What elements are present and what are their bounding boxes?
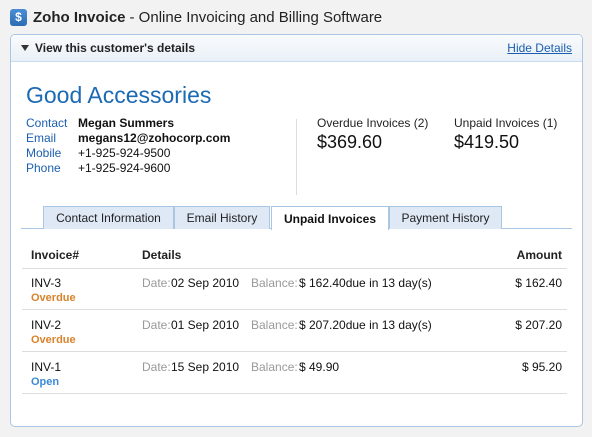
invoice-table-header: Invoice# Details Amount: [22, 241, 567, 269]
email-value[interactable]: megans12@zohocorp.com: [78, 131, 230, 146]
contact-row-contact: Contact Megan Summers: [26, 116, 230, 131]
invoice-balance: $ 207.20due in 13 day(s): [299, 318, 432, 332]
email-label: Email: [26, 131, 57, 145]
header-amount: Amount: [516, 248, 562, 262]
invoice-status: Overdue: [31, 334, 76, 346]
invoice-amount: $ 207.20: [515, 318, 562, 332]
invoice-amount: $ 95.20: [521, 360, 562, 374]
app-subtitle: - Online Invoicing and Billing Software: [129, 8, 383, 26]
contact-row-email: Email megans12@zohocorp.com: [26, 131, 230, 146]
phone-value: +1-925-924-9600: [78, 161, 171, 175]
customer-name: Good Accessories: [26, 82, 212, 108]
invoice-number[interactable]: INV-1: [31, 360, 61, 374]
balance-label: Balance:: [251, 360, 298, 374]
unpaid-summary: Unpaid Invoices (1) $419.50: [454, 116, 557, 153]
overdue-amount: $369.60: [317, 132, 383, 152]
invoice-date: 01 Sep 2010: [171, 318, 240, 332]
phone-label: Phone: [26, 161, 61, 175]
contact-row-phone: Phone +1-925-924-9600: [26, 161, 230, 176]
table-row[interactable]: INV-1 Open Date: 15 Sep 2010 Balance: $ …: [22, 353, 567, 394]
overdue-label: Overdue Invoices (2): [317, 116, 429, 130]
invoice-status: Open: [31, 376, 60, 388]
contact-name-value: Megan Summers: [78, 116, 175, 130]
mobile-label: Mobile: [26, 146, 62, 160]
details-tabs: Contact Information Email History Unpaid…: [21, 205, 572, 230]
invoice-amount: $ 162.40: [515, 276, 562, 290]
tab-unpaid-invoices[interactable]: Unpaid Invoices: [271, 206, 389, 230]
invoice-balance: $ 162.40due in 13 day(s): [299, 276, 432, 290]
tab-email-history[interactable]: Email History: [174, 206, 270, 229]
invoice-date: 15 Sep 2010: [171, 360, 240, 374]
overdue-summary: Overdue Invoices (2) $369.60: [317, 116, 428, 153]
panel-title: View this customer's details: [35, 41, 196, 55]
app-brand: Zoho Invoice: [33, 8, 126, 26]
contact-info: Contact Megan Summers Email megans12@zoh…: [26, 116, 230, 176]
invoice-balance: $ 49.90: [299, 360, 340, 374]
hide-details-link[interactable]: Hide Details: [507, 41, 572, 55]
invoice-status: Overdue: [31, 292, 76, 304]
window-titlebar: $ Zoho Invoice - Online Invoicing and Bi…: [0, 0, 592, 34]
date-label: Date:: [142, 318, 171, 332]
customer-details-panel: View this customer's details Hide Detail…: [10, 34, 583, 427]
zoho-logo-icon: $: [10, 8, 27, 26]
tab-contact-information[interactable]: Contact Information: [43, 206, 174, 229]
unpaid-amount: $419.50: [454, 132, 520, 152]
date-label: Date:: [142, 276, 171, 290]
balance-label: Balance:: [251, 318, 298, 332]
tab-payment-history[interactable]: Payment History: [389, 206, 502, 229]
invoice-number[interactable]: INV-3: [31, 276, 61, 290]
summary-divider: [296, 119, 297, 195]
balance-label: Balance:: [251, 276, 298, 290]
mobile-value: +1-925-924-9500: [78, 146, 171, 160]
contact-label: Contact: [26, 116, 68, 130]
invoice-date: 02 Sep 2010: [171, 276, 240, 290]
header-invoice: Invoice#: [31, 248, 80, 262]
table-row[interactable]: INV-3 Overdue Date: 02 Sep 2010 Balance:…: [22, 269, 567, 310]
invoice-number[interactable]: INV-2: [31, 318, 61, 332]
collapse-triangle-icon[interactable]: [21, 45, 29, 51]
unpaid-label: Unpaid Invoices (1): [454, 116, 558, 130]
header-details: Details: [142, 248, 182, 262]
panel-header[interactable]: View this customer's details Hide Detail…: [11, 35, 582, 62]
table-row[interactable]: INV-2 Overdue Date: 01 Sep 2010 Balance:…: [22, 311, 567, 352]
contact-row-mobile: Mobile +1-925-924-9500: [26, 146, 230, 161]
date-label: Date:: [142, 360, 171, 374]
